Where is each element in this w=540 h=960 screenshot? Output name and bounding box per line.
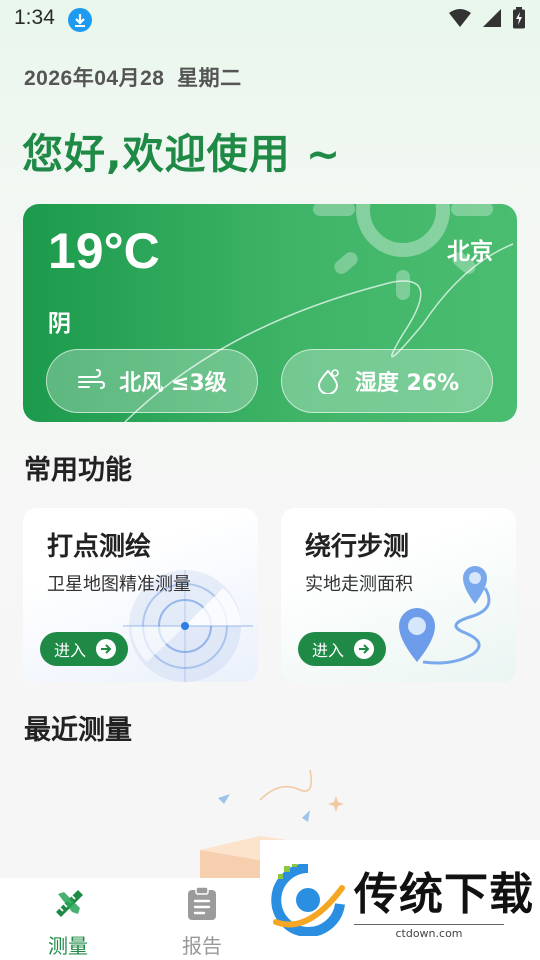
recent-title: 最近测量 xyxy=(24,715,132,746)
dot-survey-subtitle: 卫星地图精准测量 xyxy=(47,574,191,595)
status-bar: 1:34 xyxy=(0,0,540,38)
watermark-text: 传统下载 xyxy=(354,869,534,920)
weather-card: 19°C 北京 阴 北风 ≤3级 湿度 26% xyxy=(23,204,517,422)
nav-tab-report[interactable]: 报告 xyxy=(142,878,262,960)
walk-survey-enter-button[interactable]: 进入 xyxy=(298,632,386,666)
wind-pill: 北风 ≤3级 xyxy=(46,349,258,413)
nav-tab-measure[interactable]: 测量 xyxy=(8,878,128,960)
arrow-right-icon xyxy=(96,639,117,659)
walk-survey-subtitle: 实地走测面积 xyxy=(305,574,413,595)
city-name: 北京 xyxy=(447,239,493,265)
walk-survey-title: 绕行步测 xyxy=(305,532,410,562)
clipboard-icon xyxy=(188,886,216,920)
weather-condition: 阴 xyxy=(48,311,71,337)
date-line: 2026年04月28 星期二 xyxy=(24,62,242,92)
ruler-pencil-icon xyxy=(56,890,83,917)
nav-measure-label: 测量 xyxy=(48,934,88,958)
humidity-pill: 湿度 26% xyxy=(281,349,493,413)
nav-report-label: 报告 xyxy=(182,934,222,958)
weekday-text: 星期二 xyxy=(177,67,242,90)
dot-survey-title: 打点测绘 xyxy=(47,532,152,562)
droplet-icon xyxy=(317,369,339,394)
enter-label: 进入 xyxy=(312,641,345,660)
temperature: 19°C xyxy=(48,223,160,279)
dot-survey-card[interactable]: 打点测绘 卫星地图精准测量 进入 xyxy=(23,508,258,682)
wind-icon xyxy=(78,369,106,389)
watermark-logo xyxy=(271,864,345,936)
enter-label: 进入 xyxy=(54,641,87,660)
wind-text: 北风 ≤3级 xyxy=(119,371,227,396)
signal-icon xyxy=(483,9,501,27)
watermark-url: ctdown.com xyxy=(354,924,504,940)
walk-survey-card[interactable]: 绕行步测 实地走测面积 进入 xyxy=(281,508,516,682)
greeting-title: 您好,欢迎使用 ~ xyxy=(22,130,342,178)
humidity-text: 湿度 26% xyxy=(354,371,460,396)
download-icon xyxy=(68,8,92,32)
battery-icon xyxy=(513,7,525,29)
wifi-icon xyxy=(449,9,471,27)
features-title: 常用功能 xyxy=(24,455,132,486)
dot-survey-enter-button[interactable]: 进入 xyxy=(40,632,128,666)
watermark-overlay: 传统下载 ctdown.com xyxy=(260,840,540,960)
date-text: 2026年04月28 xyxy=(24,67,165,90)
status-time: 1:34 xyxy=(14,6,55,29)
arrow-right-icon xyxy=(354,639,375,659)
